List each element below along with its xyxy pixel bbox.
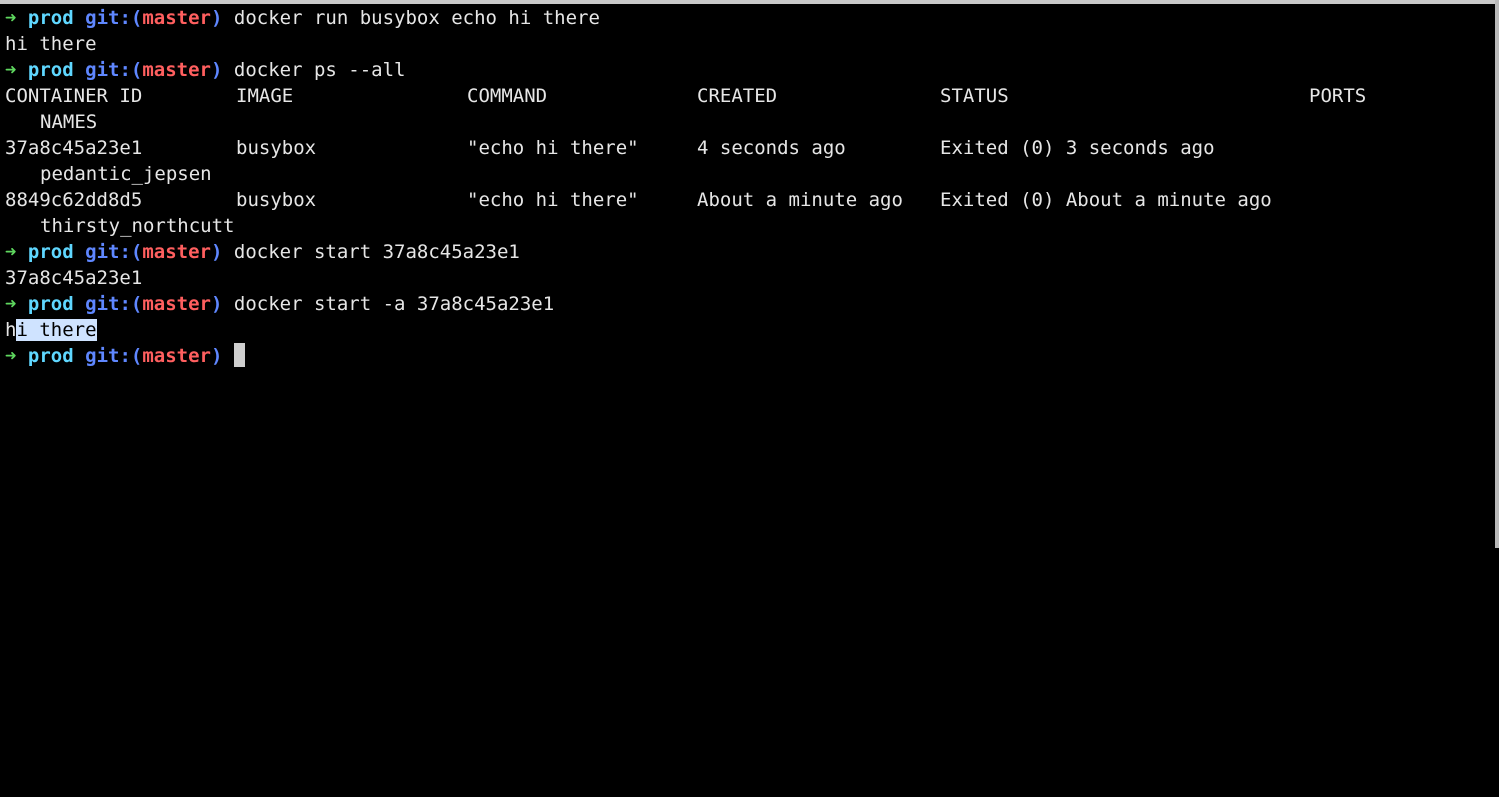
table-row: 37a8c45a23e1 busybox "echo hi there" 4 s… (5, 135, 1491, 161)
header-names: NAMES (40, 111, 98, 133)
table-row-wrap: thirsty_northcutt (5, 213, 1491, 239)
prompt-dir: prod (27, 59, 74, 81)
cell-names: thirsty_northcutt (40, 215, 235, 237)
cell-image: busybox (236, 137, 317, 159)
output-line-3: 37a8c45a23e1 (5, 267, 143, 289)
cell-created: 4 seconds ago (697, 137, 846, 159)
prompt-dir: prod (27, 7, 74, 29)
prompt-git-close: ) (210, 293, 223, 315)
cell-names: pedantic_jepsen (40, 163, 212, 185)
table-header: CONTAINER ID IMAGE COMMAND CREATED STATU… (5, 83, 1491, 109)
prompt-git: git:( (85, 241, 143, 263)
terminal-output[interactable]: ➜ prod git:(master) docker run busybox e… (5, 5, 1491, 543)
cell-container-id: 8849c62dd8d5 (5, 189, 143, 211)
prompt-line-2: ➜ prod git:(master) docker ps --all (5, 57, 405, 83)
command-text: docker start -a 37a8c45a23e1 (233, 293, 555, 315)
cell-created: About a minute ago (697, 189, 903, 211)
cell-container-id: 37a8c45a23e1 (5, 137, 143, 159)
output-text-unselected: h (5, 319, 17, 341)
command-text: docker start 37a8c45a23e1 (233, 241, 520, 263)
prompt-branch: master (142, 7, 211, 29)
prompt-branch: master (142, 241, 211, 263)
cell-command: "echo hi there" (467, 137, 639, 159)
prompt-line-4: ➜ prod git:(master) docker start -a 37a8… (5, 291, 554, 317)
prompt-arrow-icon: ➜ (5, 241, 17, 263)
cell-status: Exited (0) About a minute ago (940, 189, 1272, 211)
prompt-line-1: ➜ prod git:(master) docker run busybox e… (5, 5, 600, 31)
header-ports: PORTS (1309, 85, 1367, 107)
table-row: 8849c62dd8d5 busybox "echo hi there" Abo… (5, 187, 1491, 213)
prompt-dir: prod (27, 241, 74, 263)
window-scrollbar[interactable] (1495, 0, 1499, 548)
prompt-line-3: ➜ prod git:(master) docker start 37a8c45… (5, 239, 520, 265)
header-created: CREATED (697, 85, 778, 107)
cell-image: busybox (236, 189, 317, 211)
prompt-git-close: ) (210, 59, 223, 81)
prompt-dir: prod (27, 345, 74, 367)
output-line-4[interactable]: hi there (5, 317, 97, 343)
header-container-id: CONTAINER ID (5, 85, 143, 107)
prompt-git-close: ) (210, 7, 223, 29)
prompt-git: git:( (85, 293, 143, 315)
prompt-git: git:( (85, 345, 143, 367)
text-cursor[interactable] (233, 343, 245, 367)
header-image: IMAGE (236, 85, 294, 107)
prompt-branch: master (142, 59, 211, 81)
table-row-wrap: pedantic_jepsen (5, 161, 1491, 187)
prompt-git-close: ) (210, 241, 223, 263)
prompt-branch: master (142, 293, 211, 315)
cell-command: "echo hi there" (467, 189, 639, 211)
prompt-branch: master (142, 345, 211, 367)
prompt-arrow-icon: ➜ (5, 7, 17, 29)
prompt-arrow-icon: ➜ (5, 345, 17, 367)
prompt-git: git:( (85, 7, 143, 29)
prompt-arrow-icon: ➜ (5, 293, 17, 315)
table-header-wrap: NAMES (5, 109, 1491, 135)
cell-status: Exited (0) 3 seconds ago (940, 137, 1215, 159)
header-command: COMMAND (467, 85, 548, 107)
selected-text[interactable]: i there (16, 319, 97, 341)
prompt-git: git:( (85, 59, 143, 81)
current-prompt-line[interactable]: ➜ prod git:(master) (5, 343, 245, 369)
command-text: docker run busybox echo hi there (233, 7, 600, 29)
header-status: STATUS (940, 85, 1009, 107)
prompt-dir: prod (27, 293, 74, 315)
prompt-git-close: ) (210, 345, 223, 367)
command-text: docker ps --all (233, 59, 406, 81)
output-line-1: hi there (5, 33, 97, 55)
prompt-arrow-icon: ➜ (5, 59, 17, 81)
window-top-border (0, 0, 1499, 4)
